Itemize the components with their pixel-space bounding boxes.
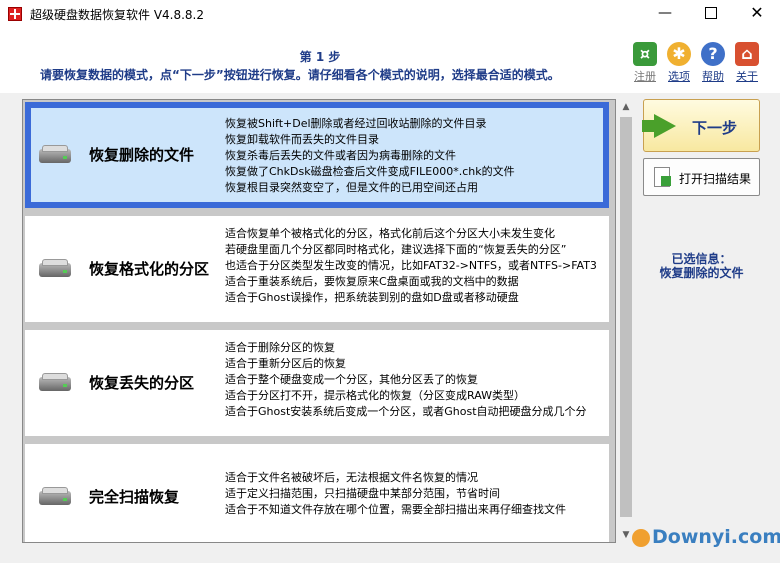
mode-line: 适合恢复单个被格式化的分区，格式化前后这个分区大小未发生变化 — [225, 227, 555, 240]
maximize-button[interactable] — [688, 0, 734, 28]
close-button[interactable]: ✕ — [734, 0, 780, 28]
mode-description: 恢复被Shift+Del删除或者经过回收站删除的文件目录 恢复卸载软件而丢失的文… — [225, 116, 615, 196]
step-header: 第 1 步 请要恢复数据的模式，点“下一步”按钮进行恢复。请仔细看各个模式的说明… — [0, 28, 780, 93]
watermark-logo-icon — [632, 528, 650, 547]
mode-list: 恢复删除的文件 恢复被Shift+Del删除或者经过回收站删除的文件目录 恢复卸… — [22, 99, 616, 543]
mode-line: 适合于整个硬盘变成一个分区，其他分区丢了的恢复 — [225, 373, 478, 386]
maximize-icon — [705, 7, 717, 19]
options-button[interactable]: ✱ 选项 — [663, 42, 695, 84]
options-label: 选项 — [668, 70, 690, 83]
mode-line: 也适合于分区类型发生改变的情况，比如FAT32->NTFS，或者NTFS->FA… — [225, 259, 597, 272]
cart-icon: ¤ — [633, 42, 657, 66]
next-step-button[interactable]: 下一步 — [642, 99, 760, 152]
gear-icon: ✱ — [667, 42, 691, 66]
document-icon — [654, 167, 671, 187]
mode-name: 恢复删除的文件 — [89, 146, 195, 164]
mode-line: 适合于Ghost误操作，把系统装到别的盘如D盘或者移动硬盘 — [225, 291, 519, 304]
help-label: 帮助 — [702, 70, 724, 83]
mode-line: 若硬盘里面几个分区都同时格式化，建议选择下面的“恢复丢失的分区” — [225, 243, 567, 256]
mode-line: 适合于分区打不开，提示格式化的恢复（分区变成RAW类型） — [225, 389, 525, 402]
mode-name: 恢复格式化的分区 — [89, 260, 210, 278]
mode-item-recover-lost-partition[interactable]: 恢复丢失的分区 适合于删除分区的恢复 适合于重新分区后的恢复 适合于整个硬盘变成… — [25, 330, 609, 436]
app-icon — [8, 7, 22, 21]
hard-drive-icon — [39, 487, 71, 505]
mode-name: 恢复丢失的分区 — [89, 374, 195, 392]
mode-line: 适合于Ghost安装系统后变成一个分区，或者Ghost自动把硬盘分成几个分 — [225, 405, 587, 418]
open-scan-results-label: 打开扫描结果 — [679, 172, 752, 186]
selected-info-value: 恢复删除的文件 — [659, 266, 744, 280]
watermark-text: Downyi.com — [652, 526, 780, 548]
mode-line: 适合于重装系统后，要恢复原来C盘桌面或我的文档中的数据 — [225, 275, 519, 288]
help-icon: ? — [701, 42, 725, 66]
home-icon: ⌂ — [735, 42, 759, 66]
mode-line: 恢复根目录突然变空了，但是文件的已用空间还占用 — [225, 181, 478, 194]
open-scan-results-button[interactable]: 打开扫描结果 — [643, 158, 760, 196]
mode-item-recover-formatted[interactable]: 恢复格式化的分区 适合恢复单个被格式化的分区，格式化前后这个分区大小未发生变化 … — [25, 216, 609, 322]
arrow-right-icon — [642, 114, 676, 138]
hard-drive-icon — [39, 145, 71, 163]
mode-description: 适合于删除分区的恢复 适合于重新分区后的恢复 适合于整个硬盘变成一个分区，其他分… — [225, 340, 615, 420]
mode-line: 恢复杀毒后丢失的文件或者因为病毒删除的文件 — [225, 149, 456, 162]
mode-line: 恢复做了ChkDsk磁盘检查后文件变成FILE000*.chk的文件 — [225, 165, 515, 178]
mode-description: 适合恢复单个被格式化的分区，格式化前后这个分区大小未发生变化 若硬盘里面几个分区… — [225, 226, 615, 306]
vertical-scrollbar[interactable]: ▲ ▼ — [618, 99, 634, 543]
mode-item-recover-deleted[interactable]: 恢复删除的文件 恢复被Shift+Del删除或者经过回收站删除的文件目录 恢复卸… — [25, 102, 609, 208]
watermark: Downyi.com — [632, 526, 780, 548]
hard-drive-icon — [39, 373, 71, 391]
mode-line: 恢复被Shift+Del删除或者经过回收站删除的文件目录 — [225, 117, 487, 130]
window-title: 超级硬盘数据恢复软件 V4.8.8.2 — [30, 8, 205, 22]
about-label: 关于 — [736, 70, 758, 83]
about-button[interactable]: ⌂ 关于 — [731, 42, 763, 84]
mode-line: 适合于文件名被破坏后，无法根据文件名恢复的情况 — [225, 471, 478, 484]
mode-line: 适于定义扫描范围，只扫描硬盘中某部分范围，节省时间 — [225, 487, 500, 500]
register-button[interactable]: ¤ 注册 — [629, 42, 661, 84]
mode-line: 适合于删除分区的恢复 — [225, 341, 335, 354]
next-step-label: 下一步 — [692, 119, 738, 137]
mode-line: 适合于重新分区后的恢复 — [225, 357, 346, 370]
scrollbar-thumb[interactable] — [620, 117, 632, 517]
hard-drive-icon — [39, 259, 71, 277]
step-description: 请要恢复数据的模式，点“下一步”按钮进行恢复。请仔细看各个模式的说明，选择最合适… — [40, 68, 560, 82]
minimize-button[interactable]: — — [642, 0, 688, 28]
scroll-up-icon[interactable]: ▲ — [618, 99, 634, 115]
help-button[interactable]: ? 帮助 — [697, 42, 729, 84]
register-label: 注册 — [634, 70, 656, 83]
mode-item-full-scan[interactable]: 完全扫描恢复 适合于文件名被破坏后，无法根据文件名恢复的情况 适于定义扫描范围，… — [25, 444, 609, 542]
step-title: 第 1 步 — [299, 50, 341, 64]
mode-line: 适合于不知道文件存放在哪个位置，需要全部扫描出来再仔细查找文件 — [225, 503, 566, 516]
mode-description: 适合于文件名被破坏后，无法根据文件名恢复的情况 适于定义扫描范围，只扫描硬盘中某… — [225, 470, 615, 518]
title-bar: 超级硬盘数据恢复软件 V4.8.8.2 — ✕ — [0, 0, 780, 28]
mode-line: 恢复卸载软件而丢失的文件目录 — [225, 133, 379, 146]
mode-name: 完全扫描恢复 — [89, 488, 180, 506]
